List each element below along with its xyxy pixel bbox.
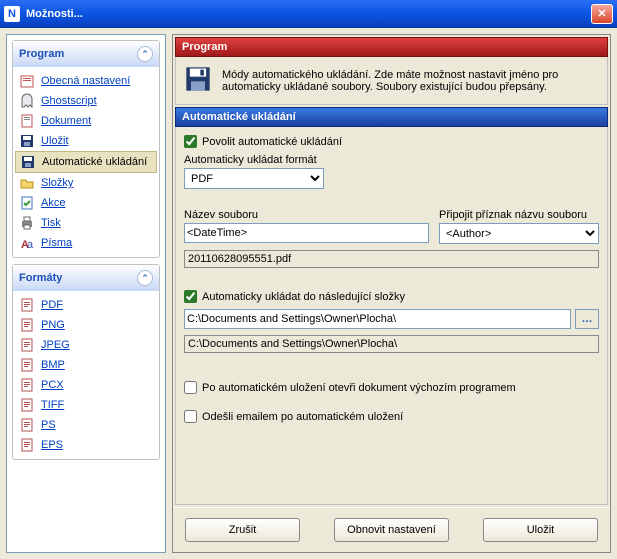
sidebar-item-label: TIFF (41, 399, 64, 411)
sidebar-item-ghostscript[interactable]: Ghostscript (15, 91, 157, 111)
folder-icon (19, 175, 35, 191)
save-icon (184, 65, 212, 96)
doc-icon (19, 113, 35, 129)
open-after-row[interactable]: Po automatickém uložení otevři dokument … (184, 381, 599, 394)
sidebar-item-label: Obecná nastavení (41, 75, 130, 87)
section-description: Módy automatického ukládání. Zde máte mo… (222, 69, 599, 93)
sidebar-item-label: Tisk (41, 217, 61, 229)
enable-autosave-label: Povolit automatické ukládání (202, 136, 342, 148)
filename-preview: 20110628095551.pdf (184, 250, 599, 268)
formats-panel-title: Formáty (19, 272, 62, 284)
font-icon: Aa (19, 235, 35, 251)
sidebar-item-automatick-ukl-d-n-[interactable]: Automatické ukládání (15, 151, 157, 173)
sidebar-item-label: PCX (41, 379, 64, 391)
fmt-icon (19, 317, 35, 333)
format-label: Automaticky ukládat formát (184, 154, 324, 166)
folder-input[interactable] (184, 309, 571, 329)
folder-label: Automaticky ukládat do následující složk… (202, 291, 405, 303)
sidebar-item-p-sma[interactable]: Aa Písma (15, 233, 157, 253)
sidebar-item-tiff[interactable]: TIFF (15, 395, 157, 415)
save-button[interactable]: Uložit (483, 518, 598, 542)
sidebar-item-ps[interactable]: PS (15, 415, 157, 435)
action-icon (19, 195, 35, 211)
email-after-checkbox[interactable] (184, 410, 197, 423)
section-title: Program (175, 37, 608, 57)
fmt-icon (19, 337, 35, 353)
autosave-icon (20, 154, 36, 170)
sidebar-item-jpeg[interactable]: JPEG (15, 335, 157, 355)
fmt-icon (19, 437, 35, 453)
fmt-icon (19, 377, 35, 393)
enable-autosave-checkbox[interactable] (184, 135, 197, 148)
app-icon: N (4, 6, 20, 22)
email-after-row[interactable]: Odešli emailem po automatickém uložení (184, 410, 599, 423)
sidebar-item-label: Akce (41, 197, 65, 209)
program-panel-title: Program (19, 48, 64, 60)
folder-preview: C:\Documents and Settings\Owner\Plocha\ (184, 335, 599, 353)
sidebar: Program ⌃ Obecná nastavení Ghostscript Dok… (6, 34, 166, 553)
sidebar-item-label: PS (41, 419, 56, 431)
sidebar-item-label: Složky (41, 177, 73, 189)
cancel-button[interactable]: Zrušit (185, 518, 300, 542)
sidebar-item-label: Ghostscript (41, 95, 97, 107)
close-button[interactable]: ✕ (591, 4, 613, 24)
settings-icon (19, 73, 35, 89)
sidebar-item-label: PDF (41, 299, 63, 311)
filename-input[interactable] (184, 223, 429, 243)
ghost-icon (19, 93, 35, 109)
sidebar-item-slo-ky[interactable]: Složky (15, 173, 157, 193)
fmt-icon (19, 297, 35, 313)
collapse-icon: ⌃ (137, 270, 153, 286)
sidebar-item-pcx[interactable]: PCX (15, 375, 157, 395)
sidebar-item-label: Dokument (41, 115, 91, 127)
sidebar-item-label: BMP (41, 359, 65, 371)
collapse-icon: ⌃ (137, 46, 153, 62)
sidebar-item-label: EPS (41, 439, 63, 451)
folder-checkbox[interactable] (184, 290, 197, 303)
sidebar-item-ulo-it[interactable]: Uložit (15, 131, 157, 151)
formats-panel-header[interactable]: Formáty ⌃ (13, 265, 159, 291)
sidebar-item-label: Automatické ukládání (42, 156, 147, 168)
sidebar-item-label: Písma (41, 237, 72, 249)
suffix-select[interactable]: <Author> (439, 223, 599, 244)
sidebar-item-eps[interactable]: EPS (15, 435, 157, 455)
suffix-label: Připojit příznak názvu souboru (439, 209, 599, 221)
email-after-label: Odešli emailem po automatickém uložení (202, 411, 403, 423)
program-panel-header[interactable]: Program ⌃ (13, 41, 159, 67)
sidebar-item-png[interactable]: PNG (15, 315, 157, 335)
filename-label: Název souboru (184, 209, 429, 221)
program-panel: Program ⌃ Obecná nastavení Ghostscript Dok… (12, 40, 160, 258)
sidebar-item-obecn-nastaven-[interactable]: Obecná nastavení (15, 71, 157, 91)
sidebar-item-label: PNG (41, 319, 65, 331)
folder-row[interactable]: Automaticky ukládat do následující složk… (184, 290, 599, 303)
open-after-label: Po automatickém uložení otevři dokument … (202, 382, 516, 394)
fmt-icon (19, 417, 35, 433)
sidebar-item-pdf[interactable]: PDF (15, 295, 157, 315)
svg-text:a: a (27, 239, 34, 251)
titlebar: N Možnosti... ✕ (0, 0, 617, 28)
section-description-row: Módy automatického ukládání. Zde máte mo… (175, 57, 608, 105)
sidebar-item-akce[interactable]: Akce (15, 193, 157, 213)
print-icon (19, 215, 35, 231)
fmt-icon (19, 397, 35, 413)
enable-autosave-row[interactable]: Povolit automatické ukládání (184, 135, 599, 148)
button-bar: Zrušit Obnovit nastavení Uložit (173, 507, 610, 552)
sidebar-item-bmp[interactable]: BMP (15, 355, 157, 375)
browse-button[interactable]: … (575, 309, 599, 329)
main-area: Program Módy automatického ukládání. Zde… (172, 34, 611, 553)
window-title: Možnosti... (26, 8, 83, 20)
fmt-icon (19, 357, 35, 373)
formats-panel: Formáty ⌃ PDF PNG JPEG BMP PCX TIFF PS EPS (12, 264, 160, 460)
refresh-button[interactable]: Obnovit nastavení (334, 518, 449, 542)
open-after-checkbox[interactable] (184, 381, 197, 394)
format-select[interactable]: PDF (184, 168, 324, 189)
sidebar-item-tisk[interactable]: Tisk (15, 213, 157, 233)
subsection-title: Automatické ukládání (175, 107, 608, 127)
sidebar-item-label: JPEG (41, 339, 70, 351)
sidebar-item-label: Uložit (41, 135, 69, 147)
save-icon (19, 133, 35, 149)
sidebar-item-dokument[interactable]: Dokument (15, 111, 157, 131)
